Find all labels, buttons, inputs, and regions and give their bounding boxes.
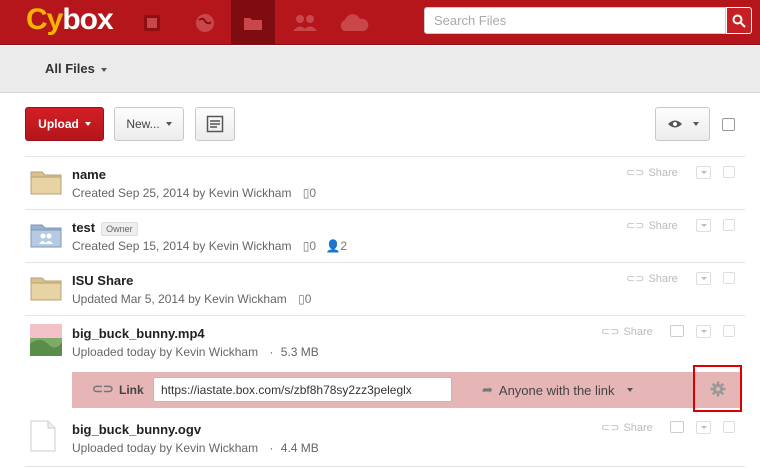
item-name[interactable]: name <box>72 167 106 182</box>
chevron-down-icon <box>626 388 633 392</box>
link-icon: ⊂⊃ <box>626 273 645 285</box>
link-label: Link <box>119 383 144 397</box>
list-item[interactable]: big_buck_bunny.mp4 Uploaded today by Kev… <box>25 315 745 369</box>
upload-button[interactable]: Upload <box>25 107 104 141</box>
share-arrow-icon: ➦ <box>482 382 493 397</box>
breadcrumb-bar: All Files <box>0 46 760 93</box>
owner-badge: Owner <box>101 221 138 236</box>
chevron-down-icon <box>700 426 707 429</box>
chevron-down-icon <box>700 224 707 227</box>
folder-icon <box>30 171 62 195</box>
chevron-down-icon <box>165 122 172 126</box>
gear-icon <box>710 381 725 396</box>
file-count: ▯0 <box>302 239 317 253</box>
item-checkbox[interactable] <box>723 325 735 337</box>
share-button[interactable]: ⊂⊃ Share <box>626 272 678 286</box>
search-input[interactable]: Search Files <box>424 7 726 34</box>
cloud-nav-icon[interactable] <box>332 0 376 45</box>
item-meta: Updated Mar 5, 2014 by Kevin Wickham ▯0 <box>72 292 312 306</box>
chevron-down-icon <box>700 171 707 174</box>
item-name[interactable]: big_buck_bunny.ogv <box>72 422 201 437</box>
file-size: 5.3 MB <box>280 345 319 359</box>
item-name[interactable]: ISU Share <box>72 273 133 288</box>
share-link-panel: ⊂⊃ Link https://iastate.box.com/s/zbf8h7… <box>72 372 742 408</box>
link-icon: ⊂⊃ <box>626 220 645 232</box>
note-icon <box>206 115 224 133</box>
link-icon: ⊂⊃ <box>601 422 620 434</box>
cybox-logo[interactable]: Cybox <box>26 3 114 37</box>
video-thumbnail <box>30 324 62 356</box>
item-meta: Created Sep 15, 2014 by Kevin Wickham ▯0… <box>72 239 348 253</box>
top-nav-bar: Cybox Search Files <box>0 0 760 45</box>
item-checkbox[interactable] <box>723 272 735 284</box>
collaborator-count: 👤2 <box>325 239 348 253</box>
file-icon <box>30 420 56 452</box>
item-meta: Uploaded today by Kevin Wickham · 4.4 MB <box>72 441 319 455</box>
list-item[interactable]: big_buck_bunny.ogv Uploaded today by Kev… <box>25 412 745 468</box>
item-options-dropdown[interactable] <box>696 219 711 232</box>
folder-icon <box>30 277 62 301</box>
search-button[interactable] <box>726 7 752 34</box>
list-item[interactable]: name Created Sep 25, 2014 by Kevin Wickh… <box>25 156 745 209</box>
item-options-dropdown[interactable] <box>696 166 711 179</box>
shared-link-field[interactable]: https://iastate.box.com/s/zbf8h78sy2zz3p… <box>153 377 452 402</box>
link-icon: ⊂⊃ <box>626 167 645 179</box>
item-checkbox[interactable] <box>723 219 735 231</box>
link-access-dropdown[interactable]: ➦ Anyone with the link <box>482 382 633 398</box>
comment-icon[interactable] <box>670 325 684 337</box>
users-nav-icon[interactable] <box>283 0 327 45</box>
view-options-button[interactable] <box>655 107 710 141</box>
item-options-dropdown[interactable] <box>696 272 711 285</box>
item-name[interactable]: big_buck_bunny.mp4 <box>72 326 205 341</box>
eye-icon <box>667 120 682 128</box>
item-checkbox[interactable] <box>723 421 735 433</box>
share-button[interactable]: ⊂⊃ Share <box>626 166 678 180</box>
chevron-down-icon <box>84 122 91 126</box>
new-button[interactable]: New... <box>114 107 184 141</box>
link-icon: ⊂⊃ <box>92 381 114 396</box>
file-size: 4.4 MB <box>280 441 319 455</box>
files-nav-icon[interactable] <box>231 0 275 45</box>
all-files-dropdown[interactable]: All Files <box>45 61 107 76</box>
select-all-checkbox[interactable] <box>722 118 735 131</box>
search-icon <box>732 14 746 28</box>
list-item[interactable]: test Owner Created Sep 15, 2014 by Kevin … <box>25 209 745 262</box>
link-icon: ⊂⊃ <box>601 326 620 338</box>
share-button[interactable]: ⊂⊃ Share <box>601 421 653 435</box>
item-options-dropdown[interactable] <box>696 325 711 338</box>
item-name[interactable]: test Owner <box>72 220 138 236</box>
chevron-down-icon <box>692 122 699 126</box>
item-checkbox[interactable] <box>723 166 735 178</box>
chevron-down-icon <box>100 67 107 72</box>
file-count: ▯0 <box>298 292 312 306</box>
shared-folder-icon <box>30 224 62 248</box>
share-button[interactable]: ⊂⊃ Share <box>626 219 678 233</box>
file-count: ▯0 <box>302 186 317 200</box>
comment-icon[interactable] <box>670 421 684 433</box>
updates-nav-icon[interactable] <box>130 0 174 45</box>
item-options-dropdown[interactable] <box>696 421 711 434</box>
globe-nav-icon[interactable] <box>183 0 227 45</box>
new-note-button[interactable] <box>195 107 235 141</box>
list-item[interactable]: ISU Share Updated Mar 5, 2014 by Kevin W… <box>25 262 745 315</box>
chevron-down-icon <box>700 330 707 333</box>
share-button[interactable]: ⊂⊃ Share <box>601 325 653 339</box>
chevron-down-icon <box>700 277 707 280</box>
item-meta: Uploaded today by Kevin Wickham · 5.3 MB <box>72 345 319 359</box>
item-meta: Created Sep 25, 2014 by Kevin Wickham ▯0 <box>72 186 317 200</box>
divider <box>25 466 745 467</box>
link-settings-button[interactable] <box>693 365 742 412</box>
